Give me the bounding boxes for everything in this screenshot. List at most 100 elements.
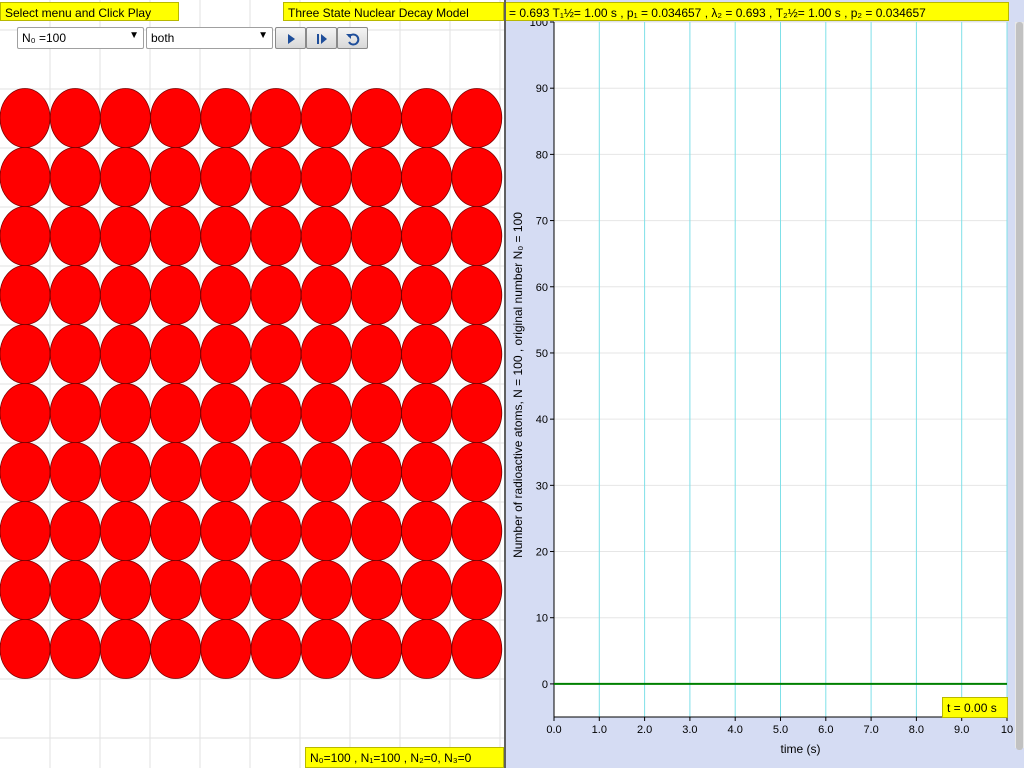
atom <box>100 206 151 266</box>
decay-chart-panel: 0 10 20 30 40 50 60 70 80 90 100 0.0 1.0 2.0 3.0 4.0 5.0… <box>504 0 1024 768</box>
atom <box>49 442 101 502</box>
atom <box>300 147 352 207</box>
x-tick-label: 1.0 <box>592 724 607 736</box>
atom <box>451 442 503 502</box>
atom <box>200 147 252 207</box>
atom <box>250 501 302 561</box>
step-forward-icon <box>317 34 327 44</box>
atom <box>350 147 402 207</box>
atom <box>100 324 151 384</box>
atom <box>451 88 503 148</box>
atom <box>451 619 503 679</box>
atom <box>150 206 202 266</box>
atom <box>0 619 51 679</box>
x-tick-label: 5.0 <box>773 724 788 736</box>
atom <box>200 324 252 384</box>
atom <box>250 147 302 207</box>
scrollbar-thumb[interactable] <box>1016 22 1023 750</box>
atom <box>200 383 252 443</box>
y-tick-label: 40 <box>536 414 548 426</box>
atom <box>350 619 402 679</box>
atom <box>350 501 402 561</box>
x-axis-label: time (s) <box>781 742 821 756</box>
atom <box>300 619 352 679</box>
x-tick-label: 7.0 <box>863 724 878 736</box>
atom <box>100 265 151 325</box>
chevron-down-icon: ▼ <box>129 30 139 41</box>
atom <box>100 442 151 502</box>
atom <box>300 324 352 384</box>
atom <box>150 560 202 620</box>
reset-button[interactable] <box>337 27 368 49</box>
x-tick-label: 4.0 <box>728 724 743 736</box>
decay-parameters-label: = 0.693 T₁½= 1.00 s , p₁ = 0.034657 , λ₂… <box>506 2 1009 21</box>
atom <box>0 265 51 325</box>
atom <box>100 88 151 148</box>
atom <box>200 442 252 502</box>
atom <box>350 88 402 148</box>
atom <box>250 619 302 679</box>
y-tick-label: 0 <box>542 679 548 691</box>
atom <box>100 560 151 620</box>
atom <box>401 324 453 384</box>
atom <box>401 88 453 148</box>
atom <box>0 383 51 443</box>
atom <box>300 560 352 620</box>
atom <box>250 383 302 443</box>
y-tick-label: 70 <box>536 216 548 228</box>
x-tick-label: 3.0 <box>682 724 697 736</box>
time-readout: t = 0.00 s <box>942 697 1008 718</box>
atom <box>0 560 51 620</box>
atom <box>250 442 302 502</box>
atom <box>200 206 252 266</box>
atom <box>49 619 101 679</box>
atom <box>100 383 151 443</box>
vertical-scrollbar[interactable] <box>1015 22 1024 750</box>
atom <box>150 147 202 207</box>
atom <box>200 501 252 561</box>
x-tick-label: 0.0 <box>546 724 561 736</box>
atom <box>150 324 202 384</box>
atom <box>150 88 202 148</box>
atom <box>49 501 101 561</box>
mode-select-value: both <box>151 31 175 45</box>
atom <box>49 560 101 620</box>
n0-select[interactable]: N₀ =100 ▼ <box>17 27 144 49</box>
step-button[interactable] <box>306 27 337 49</box>
y-tick-label: 20 <box>536 547 548 559</box>
atom <box>150 265 202 325</box>
atom <box>401 147 453 207</box>
atom <box>49 88 101 148</box>
atom <box>49 206 101 266</box>
x-tick-label: 9.0 <box>954 724 969 736</box>
atom-counts-label: N₀=100 , N₁=100 , N₂=0, N₃=0 <box>305 747 504 768</box>
x-tick-label: 8.0 <box>909 724 924 736</box>
atom <box>49 383 101 443</box>
atom <box>250 560 302 620</box>
atom <box>150 442 202 502</box>
atom <box>200 265 252 325</box>
atom <box>350 442 402 502</box>
play-icon <box>288 34 295 44</box>
atom <box>200 619 252 679</box>
atom <box>451 265 503 325</box>
atom <box>401 501 453 561</box>
atom <box>401 442 453 502</box>
instruction-label: Select menu and Click Play <box>0 2 179 21</box>
mode-select[interactable]: both ▼ <box>146 27 273 49</box>
y-tick-label: 90 <box>536 83 548 95</box>
atom <box>350 324 402 384</box>
atom <box>401 560 453 620</box>
atom <box>451 383 503 443</box>
play-button[interactable] <box>275 27 306 49</box>
atom <box>0 88 51 148</box>
atom <box>401 265 453 325</box>
y-tick-label: 10 <box>536 613 548 625</box>
atom <box>100 619 151 679</box>
atom <box>300 206 352 266</box>
atom <box>451 147 503 207</box>
y-tick-label: 50 <box>536 348 548 360</box>
atom <box>100 501 151 561</box>
atom <box>200 560 252 620</box>
atom <box>250 206 302 266</box>
